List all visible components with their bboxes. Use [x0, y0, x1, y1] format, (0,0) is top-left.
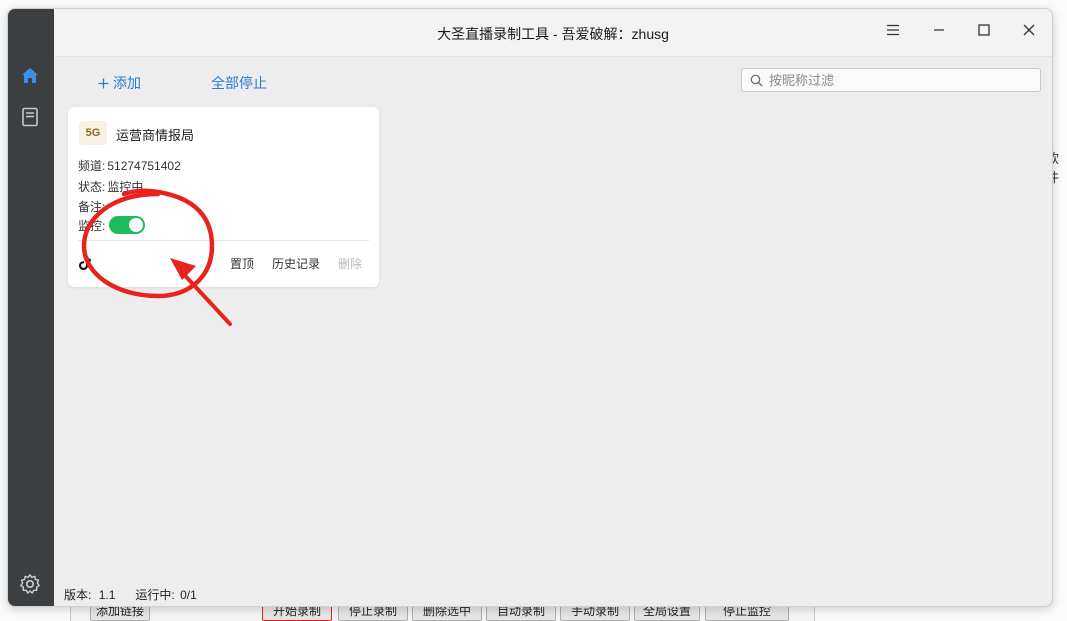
filter-search-box[interactable] — [741, 68, 1041, 92]
maximize-icon[interactable] — [971, 17, 997, 43]
filter-input[interactable] — [769, 72, 1029, 88]
close-icon[interactable] — [1016, 17, 1042, 43]
menu-icon[interactable] — [880, 17, 906, 43]
monitor-label: 监控: — [78, 218, 106, 233]
monitor-row: 监控: — [78, 216, 146, 234]
plus-icon — [98, 78, 109, 88]
running-label: 运行中: — [135, 588, 175, 602]
version-value: 1.1 — [98, 588, 116, 602]
status-bar: 版本: 1.1 运行中: 0/1 — [64, 586, 197, 603]
card-divider — [78, 240, 369, 241]
channel-label: 频道: — [78, 159, 106, 173]
note-row: 备注: — [78, 198, 105, 215]
title-bar: 大圣直播录制工具 - 吾爱破解：zhusg — [54, 9, 1052, 57]
version-info: 版本: 1.1 — [64, 586, 115, 603]
add-button[interactable]: 添加 — [98, 73, 141, 93]
running-info: 运行中: 0/1 — [135, 586, 196, 603]
monitor-toggle[interactable] — [109, 216, 146, 234]
avatar: 5G — [79, 121, 107, 145]
minimize-icon[interactable] — [926, 17, 952, 43]
sidebar — [8, 9, 54, 606]
status-row: 状态: 监控中... — [78, 178, 153, 195]
main-window: 大圣直播录制工具 - 吾爱破解：zhusg 添加 全部停止 5G 运营商情报局 … — [7, 8, 1053, 607]
streamer-card: 5G 运营商情报局 频道: 51274751402 状态: 监控中... 备注:… — [68, 107, 379, 287]
status-value: 监控中... — [107, 180, 154, 194]
tiktok-icon — [79, 256, 91, 270]
home-icon[interactable] — [19, 65, 41, 87]
document-icon[interactable] — [19, 106, 41, 128]
gear-icon[interactable] — [19, 573, 41, 595]
version-label: 版本: — [64, 588, 92, 602]
toggle-knob — [129, 218, 144, 232]
pin-button[interactable]: 置顶 — [230, 255, 254, 272]
running-value: 0/1 — [180, 588, 197, 602]
status-label: 状态: — [78, 180, 106, 194]
history-button[interactable]: 历史记录 — [272, 255, 320, 272]
streamer-name: 运营商情报局 — [116, 128, 195, 143]
add-button-label: 添加 — [113, 75, 141, 91]
search-icon — [750, 74, 763, 86]
channel-value: 51274751402 — [107, 158, 181, 173]
delete-button[interactable]: 删除 — [338, 255, 362, 272]
stop-all-button-label: 全部停止 — [211, 75, 267, 91]
note-label: 备注: — [78, 200, 106, 214]
channel-row: 频道: 51274751402 — [78, 157, 181, 174]
stop-all-button[interactable]: 全部停止 — [211, 73, 267, 93]
